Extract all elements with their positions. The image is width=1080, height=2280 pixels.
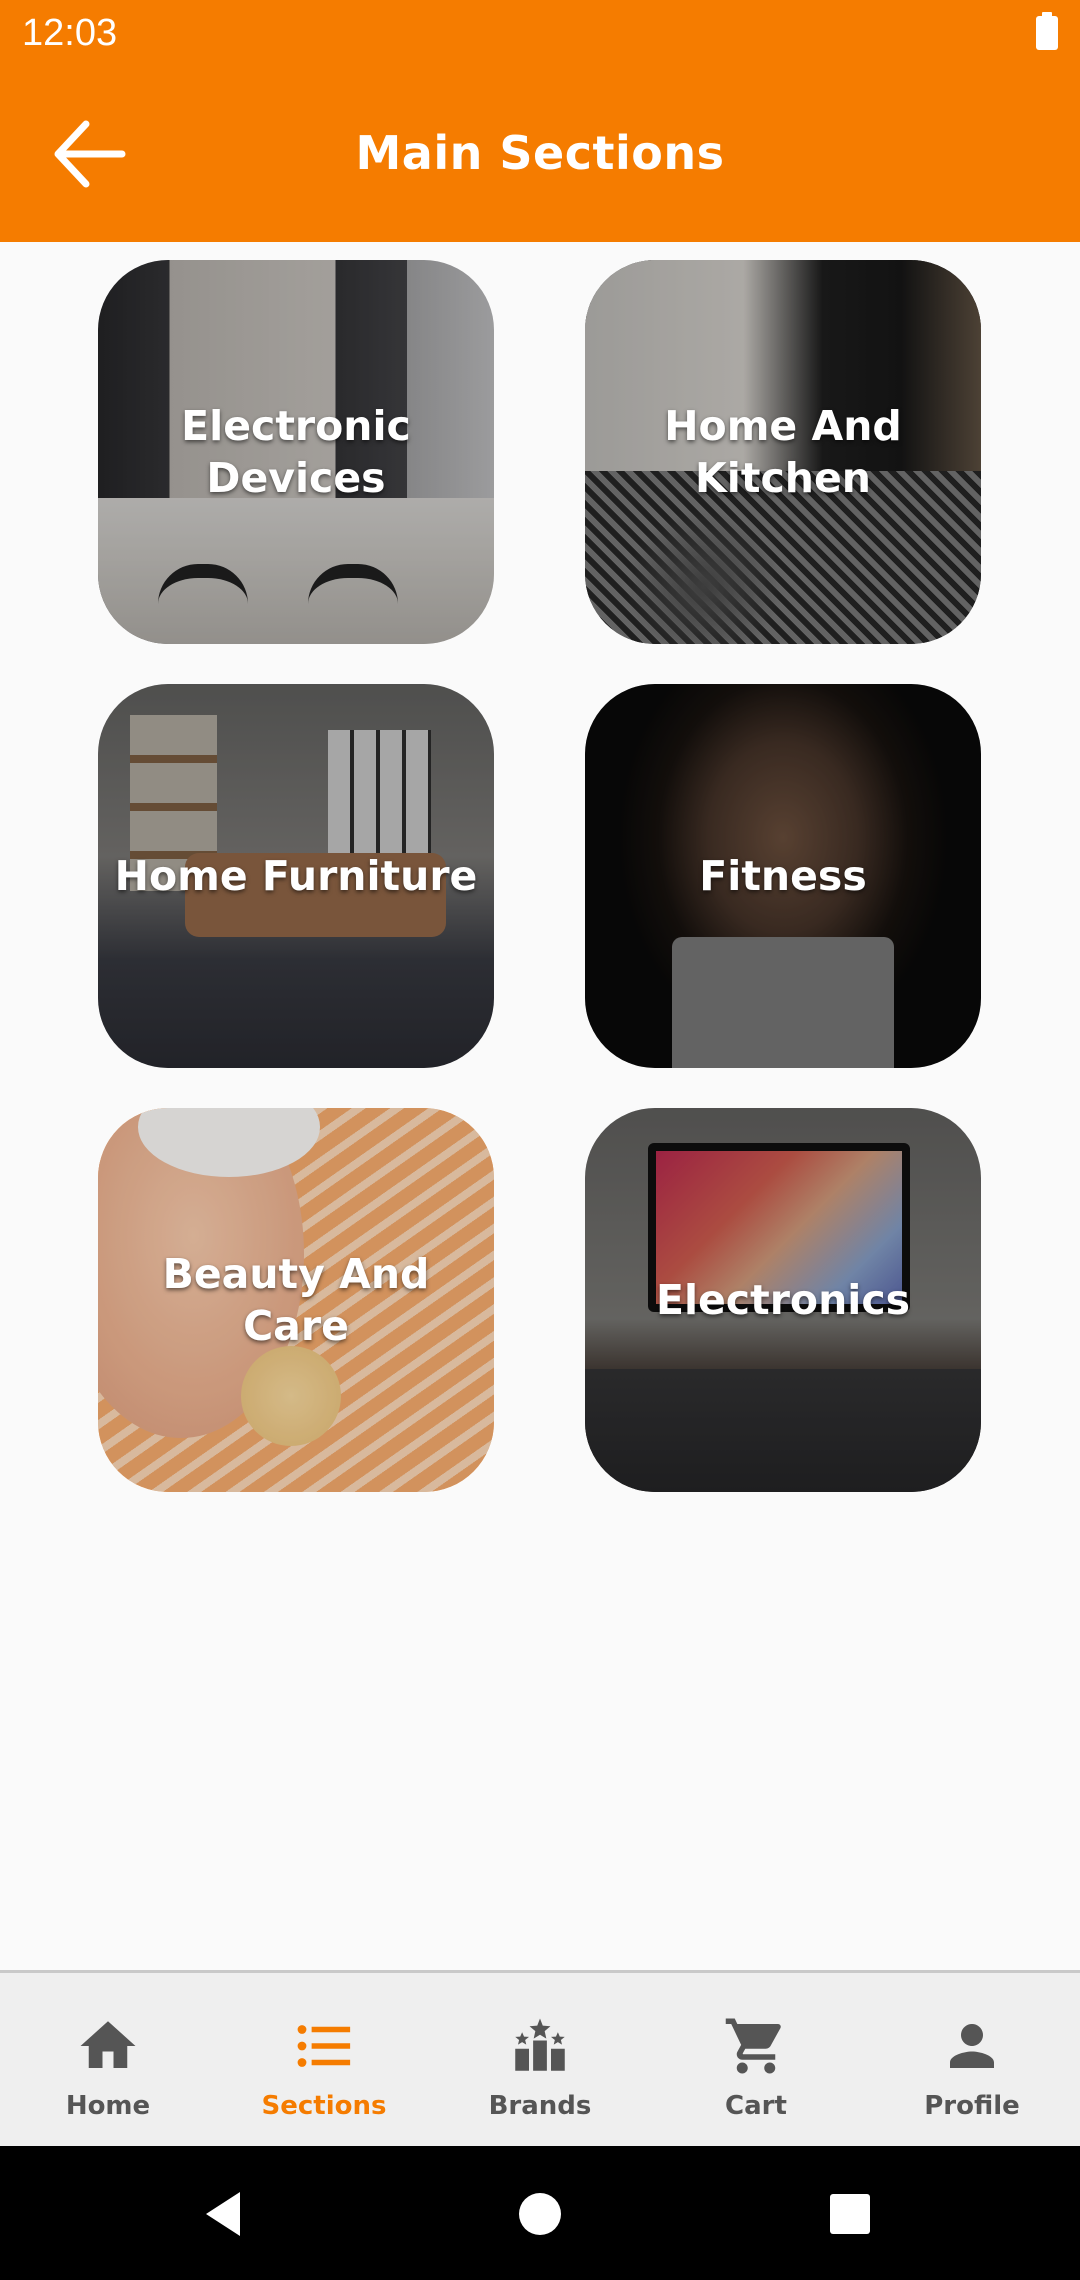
cart-icon bbox=[725, 2018, 781, 2074]
system-recents-icon[interactable] bbox=[820, 2184, 880, 2244]
section-label: Electronic Devices bbox=[181, 402, 411, 502]
person-icon bbox=[950, 2024, 994, 2068]
nav-label: Brands bbox=[488, 2091, 592, 2121]
system-back-icon[interactable] bbox=[194, 2184, 254, 2244]
status-bar: 12:03 bbox=[0, 0, 1080, 66]
status-time: 12:03 bbox=[22, 12, 118, 54]
bottom-nav: Home Sections Brands Cart Profile bbox=[0, 1970, 1080, 2146]
system-nav-bar bbox=[0, 2146, 1080, 2280]
list-icon bbox=[297, 2025, 351, 2067]
nav-item-brands[interactable]: Brands bbox=[432, 1973, 648, 2149]
nav-label: Sections bbox=[261, 2091, 387, 2121]
nav-item-profile[interactable]: Profile bbox=[864, 1973, 1080, 2149]
section-card-home-and-kitchen[interactable]: Home And Kitchen bbox=[585, 260, 981, 644]
app-bar: Main Sections bbox=[0, 66, 1080, 242]
section-card-fitness[interactable]: Fitness bbox=[585, 684, 981, 1068]
nav-label: Home bbox=[65, 2091, 151, 2121]
system-home-icon[interactable] bbox=[510, 2184, 570, 2244]
page-title: Main Sections bbox=[355, 126, 725, 180]
section-label: Electronics bbox=[655, 1276, 911, 1324]
section-card-electronics[interactable]: Electronics bbox=[585, 1108, 981, 1492]
nav-item-sections[interactable]: Sections bbox=[216, 1973, 432, 2149]
section-label: Home Furniture bbox=[114, 852, 478, 900]
home-icon bbox=[80, 2021, 136, 2068]
battery-icon bbox=[1036, 12, 1058, 50]
section-card-electronic-devices[interactable]: Electronic Devices bbox=[98, 260, 494, 644]
nav-label: Cart bbox=[725, 2091, 787, 2121]
section-card-home-furniture[interactable]: Home Furniture bbox=[98, 684, 494, 1068]
section-card-beauty-and-care[interactable]: Beauty And Care bbox=[98, 1108, 494, 1492]
nav-item-home[interactable]: Home bbox=[0, 1973, 216, 2149]
section-label: Home And Kitchen bbox=[664, 402, 902, 502]
section-label: Beauty And Care bbox=[162, 1250, 430, 1350]
nav-label: Profile bbox=[924, 2091, 1020, 2121]
ranking-icon bbox=[515, 2018, 565, 2071]
section-label: Fitness bbox=[699, 852, 867, 900]
nav-item-cart[interactable]: Cart bbox=[648, 1973, 864, 2149]
